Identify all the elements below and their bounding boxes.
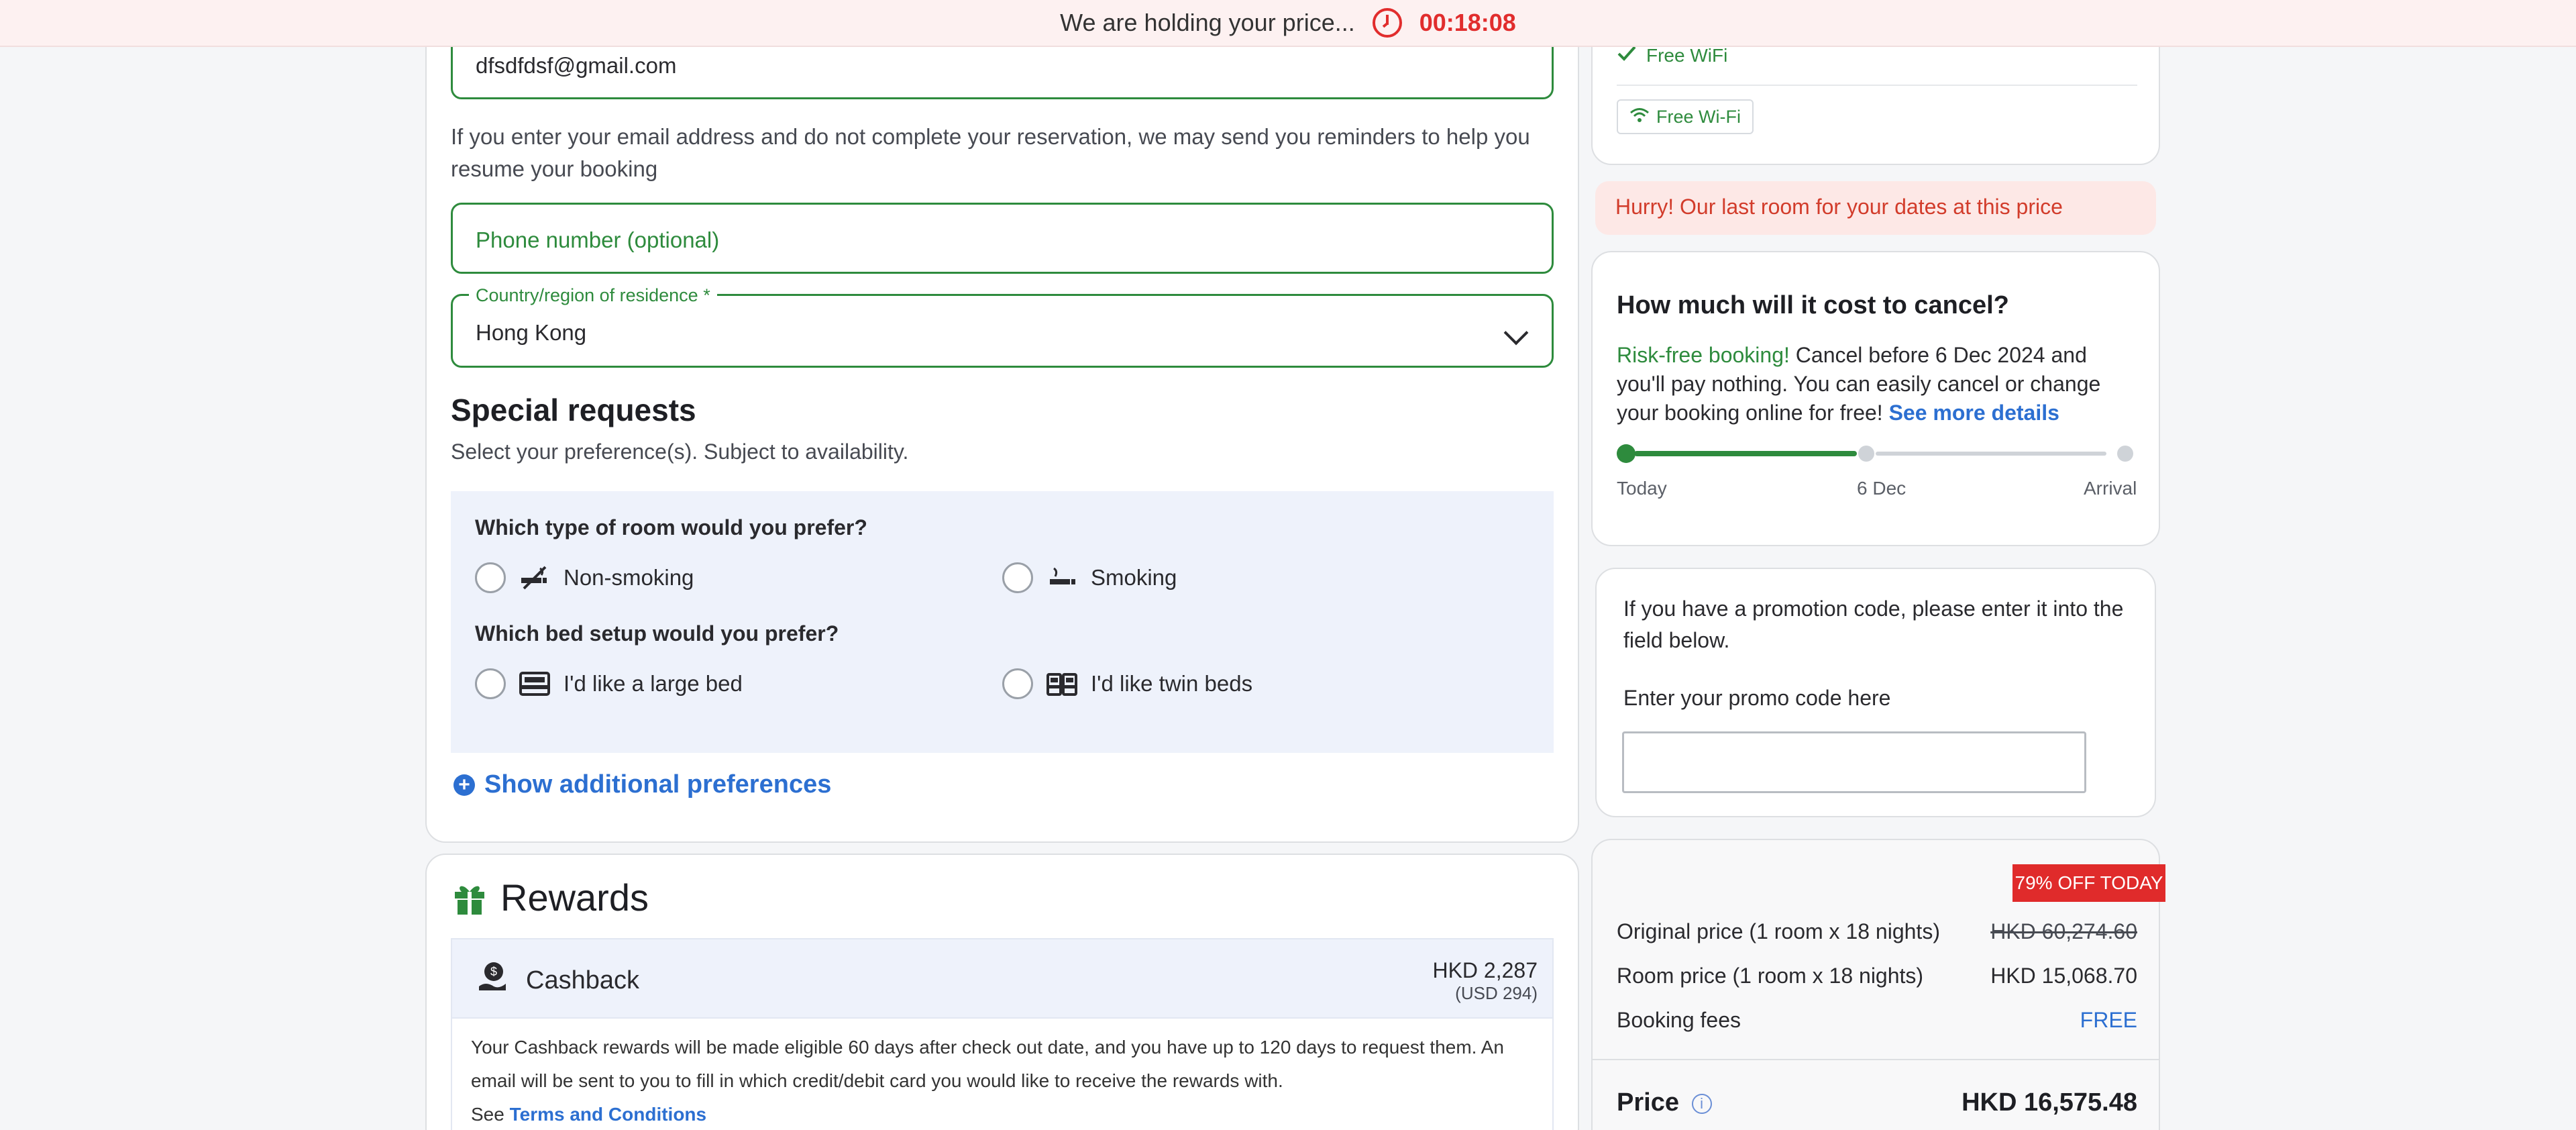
cashback-description: Your Cashback rewards will be made eligi… <box>471 1037 1504 1091</box>
show-additional-preferences-label: Show additional preferences <box>484 770 832 799</box>
option-large-bed[interactable]: I'd like a large bed <box>475 668 743 699</box>
wifi-amenity: Free WiFi <box>1617 44 1727 66</box>
info-icon[interactable]: i <box>1691 1093 1712 1114</box>
gift-icon <box>453 881 486 915</box>
terms-link[interactable]: Terms and Conditions <box>510 1104 707 1125</box>
timeline-dot-today <box>1617 444 1635 463</box>
price-hold-banner: We are holding your price... 00:18:08 <box>0 0 2576 47</box>
cashback-text: Your Cashback rewards will be made eligi… <box>471 1031 1544 1130</box>
large-bed-label: I'd like a large bed <box>564 671 743 696</box>
total-price-label: Price <box>1617 1088 1679 1117</box>
wifi-icon <box>1629 107 1650 127</box>
see-prefix: See <box>471 1104 504 1125</box>
promo-instructions: If you have a promotion code, please ent… <box>1623 597 2124 652</box>
room-price-row: Room price (1 room x 18 nights) HKD 15,0… <box>1617 964 2137 988</box>
cancellation-timeline <box>1617 444 2140 463</box>
timeline-label-deadline: 6 Dec <box>1857 478 1907 499</box>
timeline-active-segment <box>1634 451 1857 456</box>
cashback-icon: $ <box>478 961 507 996</box>
divider <box>1617 85 2137 86</box>
cashback-usd: (USD 294) <box>1455 983 1538 1003</box>
booking-fees-row: Booking fees FREE <box>1617 1008 2137 1033</box>
show-additional-preferences-link[interactable]: + Show additional preferences <box>453 770 831 799</box>
email-reminder-note: If you enter your email address and do n… <box>451 124 1530 181</box>
phone-field[interactable]: Phone number (optional) <box>451 203 1554 274</box>
promo-label: Enter your promo code here <box>1623 686 1891 710</box>
wifi-badge-label: Free Wi-Fi <box>1656 106 1741 127</box>
country-select[interactable]: Country/region of residence * Hong Kong <box>451 285 1554 368</box>
room-price-value: HKD 15,068.70 <box>1990 964 2137 988</box>
timeline-label-arrival: Arrival <box>2084 478 2137 499</box>
smoking-radio[interactable] <box>1002 562 1033 593</box>
risk-free-label: Risk-free booking! <box>1617 343 1790 367</box>
twin-beds-icon <box>1046 670 1077 697</box>
option-smoking[interactable]: Smoking <box>1002 562 1177 593</box>
price-hold-message: We are holding your price... <box>1060 9 1355 36</box>
see-more-details-link[interactable]: See more details <box>1889 401 2059 425</box>
booking-fees-value: FREE <box>2080 1008 2137 1032</box>
discount-badge: 79% OFF TODAY <box>2012 864 2165 902</box>
twin-beds-radio[interactable] <box>1002 668 1033 699</box>
cashback-amount-block: HKD 2,287 (USD 294) <box>1432 958 1538 1004</box>
original-price-row: Original price (1 room x 18 nights) HKD … <box>1617 919 2137 944</box>
chevron-down-icon <box>1503 320 1529 346</box>
wifi-amenity-label: Free WiFi <box>1646 44 1728 66</box>
option-non-smoking[interactable]: Non-smoking <box>475 562 694 593</box>
large-bed-radio[interactable] <box>475 668 506 699</box>
rewards-header: Rewards <box>453 876 649 919</box>
bed-setup-question: Which bed setup would you prefer? <box>475 621 839 646</box>
special-requests-title: Special requests <box>451 393 696 427</box>
divider <box>1593 1059 2159 1060</box>
cashback-label: Cashback <box>526 966 639 994</box>
no-smoking-icon <box>519 564 550 591</box>
promo-code-input[interactable] <box>1622 731 2086 793</box>
room-price-label: Room price (1 room x 18 nights) <box>1617 964 1924 988</box>
country-value: Hong Kong <box>476 320 587 345</box>
room-type-question: Which type of room would you prefer? <box>475 515 867 540</box>
svg-text:$: $ <box>490 965 497 978</box>
clock-icon <box>1372 8 1402 38</box>
wifi-badge: Free Wi-Fi <box>1617 99 1754 134</box>
total-price-row: Price i HKD 16,575.48 <box>1617 1088 2137 1117</box>
country-label: Country/region of residence * <box>469 285 717 306</box>
total-price-value: HKD 16,575.48 <box>1962 1088 2137 1117</box>
original-price-label: Original price (1 room x 18 nights) <box>1617 919 1940 943</box>
double-bed-icon <box>519 670 550 697</box>
special-requests-subtitle: Select your preference(s). Subject to av… <box>451 440 909 464</box>
countdown-timer: 00:18:08 <box>1419 9 1516 36</box>
cashback-details: Your Cashback rewards will be made eligi… <box>451 1019 1554 1130</box>
original-price-value: HKD 60,274.60 <box>1990 919 2137 943</box>
rewards-title: Rewards <box>500 876 649 919</box>
cancellation-title: How much will it cost to cancel? <box>1617 291 2009 319</box>
timeline-label-today: Today <box>1617 478 1667 499</box>
timeline-inactive-segment <box>1876 452 2106 456</box>
checkmark-icon <box>1617 44 1637 66</box>
urgency-message: Hurry! Our last room for your dates at t… <box>1595 181 2156 235</box>
timeline-dot-deadline <box>1858 446 1874 462</box>
non-smoking-radio[interactable] <box>475 562 506 593</box>
smoking-icon <box>1046 564 1077 591</box>
timeline-dot-arrival <box>2117 446 2133 462</box>
plus-circle-icon: + <box>453 774 475 796</box>
non-smoking-label: Non-smoking <box>564 565 694 590</box>
email-value: dfsdfdsf@gmail.com <box>476 53 677 78</box>
smoking-label: Smoking <box>1091 565 1177 590</box>
cancellation-text: Risk-free booking! Cancel before 6 Dec 2… <box>1617 341 2140 427</box>
cashback-header: $ Cashback HKD 2,287 (USD 294) <box>451 938 1554 1019</box>
phone-placeholder: Phone number (optional) <box>476 227 720 252</box>
twin-beds-label: I'd like twin beds <box>1091 671 1253 696</box>
booking-fees-label: Booking fees <box>1617 1008 1741 1032</box>
option-twin-beds[interactable]: I'd like twin beds <box>1002 668 1252 699</box>
cashback-amount: HKD 2,287 <box>1432 958 1538 982</box>
preferences-panel: Which type of room would you prefer? Non… <box>451 491 1554 753</box>
